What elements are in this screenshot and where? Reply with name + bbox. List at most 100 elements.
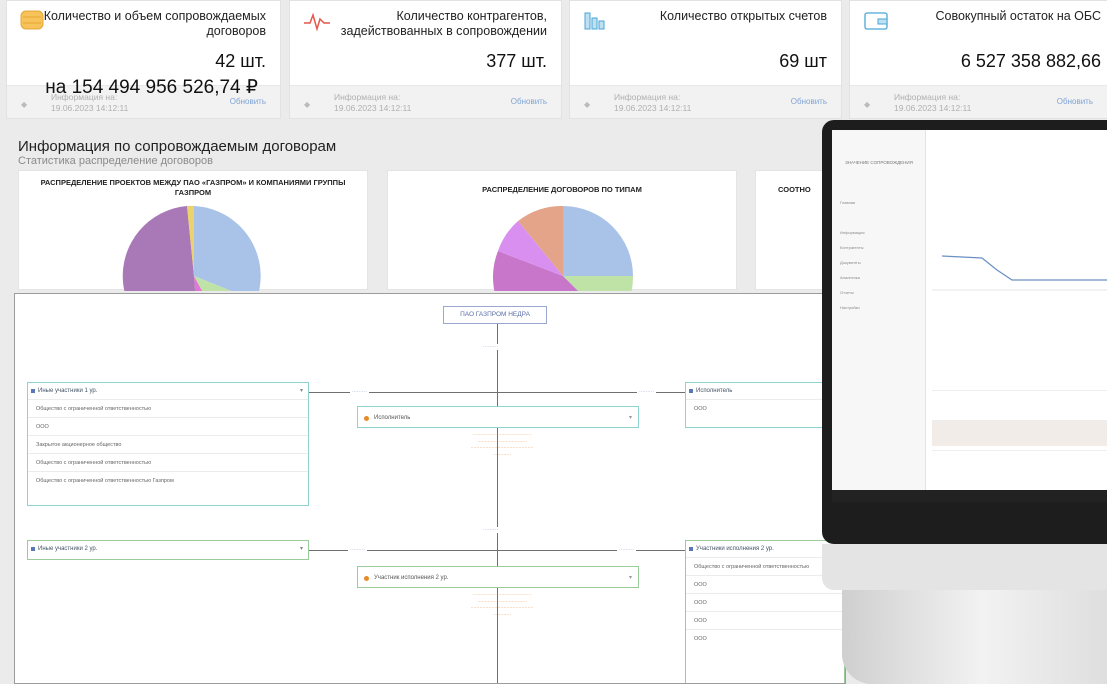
info-date: 19.06.2023 14:12:11 [614,103,692,113]
kpi-card-contracts: Количество и объем сопровождаемых догово… [6,0,281,119]
kpi-value: 6 527 358 882,66 [960,51,1101,71]
kpi-title: Количество контрагентов, задействованных… [340,9,547,38]
kpi-card-accounts: Количество открытых счетов 69 шт ◆ Инфор… [569,0,842,119]
org-box-header: Иные участники 2 ур. ▾ [28,541,308,557]
org-connector-label: ⋯⋯⋯ [481,527,500,533]
org-top-node[interactable]: ПАО ГАЗПРОМ НЕДРА [443,306,547,324]
kpi-title: Количество и объем сопровождаемых догово… [43,9,266,38]
monitor-taskbar [832,490,1107,502]
list-item: ООО [686,399,844,417]
kpi-footer: ◆ Информация на: 19.06.2023 14:12:11 Обн… [570,85,841,118]
org-box-header: Участники исполнения 2 ур. [686,541,844,557]
sidebar-item[interactable]: Настройки [840,305,860,310]
chart-card-projects: РАСПРЕДЕЛЕНИЕ ПРОЕКТОВ МЕЖДУ ПАО «ГАЗПРО… [18,170,368,291]
list-item: Общество с ограниченной ответственностью [28,453,308,471]
org-box-participants-right[interactable]: Участники исполнения 2 ур. Общество с ог… [685,540,845,683]
monitor-mockup: ЗНАЧЕНИЕ СОПРОВОЖДЕНИЯ Главная Информаци… [822,120,1107,684]
org-box-title: Иные участники 1 ур. [38,388,98,394]
chart-card-types: РАСПРЕДЕЛЕНИЕ ДОГОВОРОВ ПО ТИПАМ [387,170,737,291]
sidebar-item[interactable]: Аналитика [840,275,860,280]
info-icon: ◆ [584,100,591,109]
info-label: Информация на: [334,92,401,102]
org-node-label: Участник исполнения 2 ур. [374,575,449,581]
org-participant-node[interactable]: Участник исполнения 2 ур. ▾ [357,566,639,588]
sidebar-item[interactable]: Главная [840,200,855,205]
info-icon: ◆ [304,100,311,109]
info-icon: ◆ [21,100,28,109]
chevron-down-icon[interactable]: ▾ [629,407,632,429]
chevron-down-icon[interactable]: ▾ [300,541,303,557]
kpi-footer: ◆ Информация на: 19.06.2023 14:12:11 Обн… [850,85,1107,118]
kpi-value: 42 шт. [215,51,266,71]
sidebar-item[interactable]: Информация [840,230,865,235]
org-executor-node[interactable]: Исполнитель ▾ [357,406,639,428]
refresh-button[interactable]: Обновить [511,97,547,106]
org-connector-label: ⋯⋯⋯ [637,389,656,395]
org-connector-label: ⋯⋯⋯ [481,344,500,350]
org-chart-panel: ПАО ГАЗПРОМ НЕДРА ⋯⋯⋯ ⋯⋯⋯ ⋯⋯⋯ Иные участ… [14,293,846,684]
monitor-chin [822,544,1107,590]
monitor-sidebar: ЗНАЧЕНИЕ СОПРОВОЖДЕНИЯ Главная Информаци… [832,130,926,490]
chart-title: СООТНО [778,185,811,194]
kpi-info: Информация на: 19.06.2023 14:12:11 [334,92,411,114]
chart-title: РАСПРЕДЕЛЕНИЕ ПРОЕКТОВ МЕЖДУ ПАО «ГАЗПРО… [40,178,346,197]
kpi-title: Количество открытых счетов [659,9,827,23]
info-date: 19.06.2023 14:12:11 [894,103,972,113]
list-item: ООО [686,593,844,611]
pie-chart [492,205,634,291]
org-connector-label: ⋯⋯⋯ [350,389,369,395]
monitor-stand [842,590,1107,684]
org-box-header: Иные участники 1 ур. ▾ [28,383,308,399]
monitor-line-chart [932,255,1107,291]
chevron-down-icon[interactable]: ▾ [300,383,303,399]
org-participant-details: ⋯⋯⋯⋯⋯⋯⋯⋯⋯⋯⋯⋯⋯ ⋯⋯⋯⋯⋯⋯⋯⋯⋯⋯⋯ ⋯⋯⋯⋯⋯⋯⋯⋯⋯⋯⋯⋯⋯⋯ ⋯⋯… [470,592,534,617]
list-item: ООО [28,417,308,435]
refresh-button[interactable]: Обновить [791,97,827,106]
list-item: ООО [686,611,844,629]
list-item: ООО [686,575,844,593]
refresh-button[interactable]: Обновить [1057,97,1093,106]
table-row [932,450,1107,476]
list-item: ООО [686,629,844,647]
monitor-sidebar-title: ЗНАЧЕНИЕ СОПРОВОЖДЕНИЯ [845,160,913,165]
info-date: 19.06.2023 14:12:11 [334,103,412,113]
kpi-value-secondary: на 154 494 956 526,74 ₽ [45,77,258,98]
pie-chart [122,205,261,291]
org-line [497,324,498,683]
kpi-row: Количество и объем сопровождаемых догово… [0,0,1107,122]
chart-title: РАСПРЕДЕЛЕНИЕ ДОГОВОРОВ ПО ТИПАМ [482,185,642,194]
kpi-card-counterparties: Количество контрагентов, задействованных… [289,0,562,119]
org-box-title: Иные участники 2 ур. [38,546,98,552]
list-item: Закрытое акционерное общество [28,435,308,453]
kpi-info: Информация на: 19.06.2023 14:12:11 [614,92,691,114]
org-box-others-1[interactable]: Иные участники 1 ур. ▾ Общество с огранич… [27,382,309,506]
list-item: Общество с ограниченной ответственностью [28,399,308,417]
monitor-screen: ЗНАЧЕНИЕ СОПРОВОЖДЕНИЯ Главная Информаци… [832,130,1107,490]
sidebar-item[interactable]: Отчеты [840,290,854,295]
list-item: Общество с ограниченной ответственностью [686,557,844,575]
kpi-card-balance: Совокупный остаток на ОБС 6 527 358 882,… [849,0,1107,119]
info-icon: ◆ [864,100,871,109]
org-node-label: Исполнитель [374,415,411,421]
sidebar-item[interactable]: Документы [840,260,861,265]
org-executor-details: ⋯⋯⋯⋯⋯⋯⋯⋯⋯⋯⋯⋯⋯ ⋯⋯⋯⋯⋯⋯⋯⋯⋯⋯⋯ ⋯⋯⋯⋯⋯⋯⋯⋯⋯⋯⋯⋯⋯⋯ ⋯⋯… [470,432,534,457]
kpi-value: 69 шт [779,51,827,71]
org-box-header: Исполнитель [686,383,844,399]
section-title: Информация по сопровождаемым договорам [18,138,337,155]
org-box-executor-right[interactable]: Исполнитель ООО [685,382,845,428]
org-connector-label: ⋯⋯⋯ [348,547,367,553]
kpi-value: 377 шт. [486,51,547,71]
pie-slice [194,206,261,291]
chevron-down-icon[interactable]: ▾ [629,567,632,589]
pie-slice [563,206,633,276]
kpi-footer: ◆ Информация на: 19.06.2023 14:12:11 Обн… [290,85,561,118]
table-row [932,390,1107,416]
info-date: 19.06.2023 14:12:11 [51,103,129,113]
kpi-info: Информация на: 19.06.2023 14:12:11 [894,92,971,114]
org-box-others-2[interactable]: Иные участники 2 ур. ▾ [27,540,309,560]
section-subtitle: Статистика распределение договоров [18,155,213,167]
info-label: Информация на: [614,92,681,102]
kpi-title: Совокупный остаток на ОБС [935,9,1102,23]
sidebar-item[interactable]: Контрагенты [840,245,864,250]
table-row [932,420,1107,446]
